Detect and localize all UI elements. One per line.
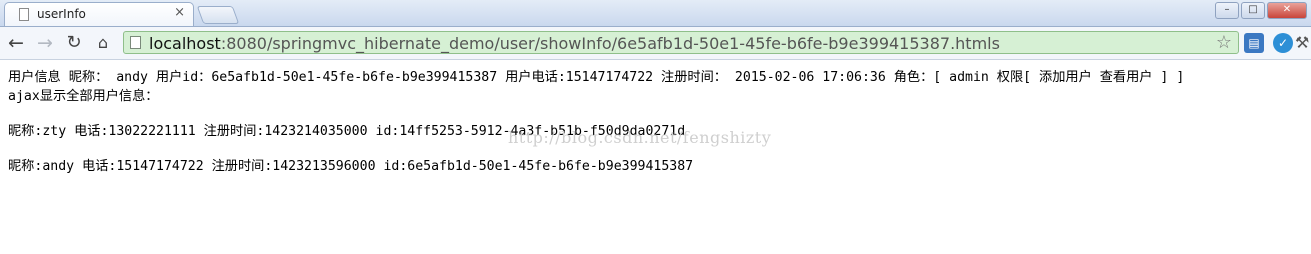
new-tab-button[interactable] — [196, 6, 240, 24]
home-icon[interactable]: ⌂ — [92, 32, 114, 54]
page-content: 用户信息 昵称： andy 用户id：6e5afb1d-50e1-45fe-b6… — [8, 68, 1308, 176]
page-favicon-icon — [19, 8, 29, 21]
window-controls: – □ ✕ — [1213, 2, 1307, 19]
browser-toolbar: ← → ↻ ⌂ localhost:8080/springmvc_hiberna… — [0, 27, 1311, 60]
tab-title: userInfo — [37, 7, 86, 21]
minimize-button[interactable]: – — [1215, 2, 1239, 19]
url-text[interactable]: localhost:8080/springmvc_hibernate_demo/… — [149, 34, 1000, 53]
star-icon[interactable]: ☆ — [1216, 32, 1232, 53]
url-host: localhost — [149, 34, 221, 53]
close-window-button[interactable]: ✕ — [1267, 2, 1307, 19]
wrench-menu-icon[interactable]: ⚒ — [1295, 33, 1309, 52]
url-path: :8080/springmvc_hibernate_demo/user/show… — [220, 34, 1000, 53]
reload-icon[interactable]: ↻ — [63, 32, 85, 54]
watermark: http://blog.csdn.net/fengshizty — [508, 128, 772, 147]
page-icon — [130, 36, 141, 49]
user-info-line: 用户信息 昵称： andy 用户id：6e5afb1d-50e1-45fe-b6… — [8, 70, 1185, 85]
tab-close-icon[interactable]: × — [174, 6, 185, 20]
extension-check-icon[interactable]: ✓ — [1273, 33, 1293, 53]
back-arrow-icon[interactable]: ← — [5, 32, 27, 54]
tab-strip: userInfo × – □ ✕ — [0, 0, 1311, 27]
tab-userinfo[interactable]: userInfo × — [4, 2, 194, 26]
extension-icon[interactable]: ▤ — [1244, 33, 1264, 53]
maximize-button[interactable]: □ — [1241, 2, 1265, 19]
ajax-heading: ajax显示全部用户信息： — [8, 89, 159, 104]
forward-arrow-icon[interactable]: → — [34, 32, 56, 54]
address-bar[interactable]: localhost:8080/springmvc_hibernate_demo/… — [123, 31, 1239, 54]
user-row: 昵称:andy 电话:15147174722 注册时间:142321359600… — [8, 159, 694, 174]
